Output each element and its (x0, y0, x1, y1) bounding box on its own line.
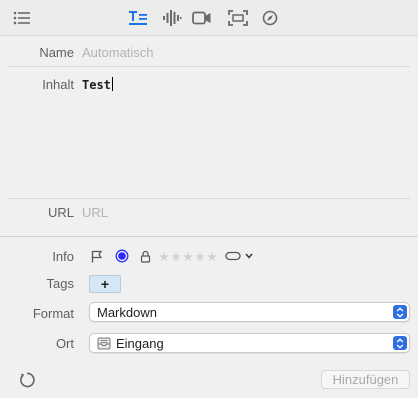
ort-select[interactable]: Eingang (89, 333, 410, 353)
safari-compass-icon[interactable] (260, 8, 280, 28)
refresh-icon[interactable] (18, 371, 36, 389)
url-field[interactable]: URL (82, 205, 108, 220)
inhalt-value: Test (82, 78, 111, 92)
add-button[interactable]: Hinzufügen (321, 370, 410, 389)
rating-stars[interactable]: ★ ★ ★ ★ ★ (158, 250, 218, 263)
chevron-down-icon[interactable] (244, 249, 254, 263)
lock-icon[interactable] (138, 249, 152, 263)
text-format-icon[interactable] (128, 8, 148, 28)
label-color-icon[interactable] (114, 248, 130, 264)
ort-label: Ort (55, 336, 74, 351)
tags-label: Tags (46, 276, 74, 291)
star-icon[interactable]: ★ (206, 250, 218, 263)
video-camera-icon[interactable] (192, 8, 212, 28)
star-icon[interactable]: ★ (170, 250, 182, 263)
name-field[interactable]: Automatisch (82, 45, 154, 60)
inhalt-textarea[interactable]: Test (82, 77, 113, 92)
inhalt-label: Inhalt (42, 77, 74, 92)
format-selected-value: Markdown (97, 305, 157, 320)
divider (8, 66, 410, 67)
star-icon[interactable]: ★ (182, 250, 194, 263)
text-caret (111, 77, 113, 91)
screen-capture-icon[interactable] (228, 8, 248, 28)
add-tag-button[interactable]: + (89, 275, 121, 293)
link-toggle-icon[interactable] (224, 249, 242, 263)
flag-icon[interactable] (90, 249, 104, 263)
ort-selected-value: Eingang (116, 336, 164, 351)
format-label: Format (32, 306, 74, 321)
format-select[interactable]: Markdown (89, 302, 410, 322)
section-divider (0, 236, 418, 237)
inbox-icon (97, 337, 111, 353)
star-icon[interactable]: ★ (158, 250, 170, 263)
up-down-chevron-icon (393, 305, 407, 319)
star-icon[interactable]: ★ (194, 250, 206, 263)
toolbar (0, 0, 418, 36)
divider (8, 198, 410, 199)
url-label: URL (47, 205, 74, 220)
list-icon[interactable] (12, 8, 32, 28)
audio-waveform-icon[interactable] (162, 8, 182, 28)
name-label: Name (39, 45, 74, 60)
up-down-chevron-icon (393, 336, 407, 350)
info-label: Info (52, 249, 74, 264)
info-controls: ★ ★ ★ ★ ★ (90, 248, 254, 264)
